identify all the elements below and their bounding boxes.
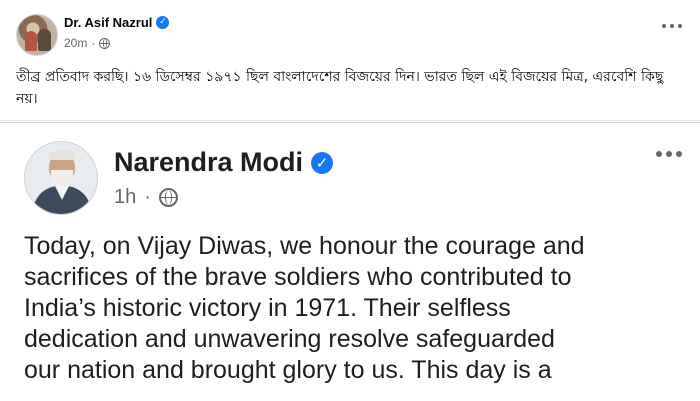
outer-author-name-row: Dr. Asif Nazrul ✓ (64, 15, 170, 30)
shared-post-time[interactable]: 1h (114, 186, 136, 209)
outer-more-options-icon[interactable] (662, 24, 682, 28)
outer-post-time[interactable]: 20m (64, 36, 87, 50)
verified-badge-icon: ✓ (156, 16, 170, 29)
shared-author-name[interactable]: Narendra Modi (114, 147, 303, 178)
outer-post: Dr. Asif Nazrul ✓ 20m · তীব্র প্রতিবাদ ক… (0, 0, 700, 121)
shared-post-meta: 1h · (114, 186, 178, 209)
shared-author-avatar[interactable] (24, 141, 98, 215)
shared-post-screenshot: Narendra Modi ✓ 1h · Today, on Vijay Diw… (0, 122, 700, 401)
meta-separator: · (91, 36, 96, 50)
shared-post-body: Today, on Vijay Diwas, we honour the cou… (24, 231, 684, 386)
shared-post-line: Today, on Vijay Diwas, we honour the cou… (24, 232, 585, 260)
globe-icon[interactable] (99, 37, 111, 49)
meta-separator: · (144, 186, 151, 208)
outer-author-name[interactable]: Dr. Asif Nazrul (64, 15, 152, 30)
shared-more-options-icon[interactable] (656, 151, 682, 157)
shared-post-line: sacrifices of the brave soldiers who con… (24, 263, 572, 291)
outer-author-avatar[interactable] (16, 14, 58, 56)
shared-post-line: dedication and unwavering resolve safegu… (24, 325, 555, 353)
shared-post-line: our nation and brought glory to us. This… (24, 356, 552, 384)
shared-author-name-row: Narendra Modi ✓ (114, 147, 334, 178)
shared-post-line: India’s historic victory in 1971. Their … (24, 294, 511, 322)
outer-post-body: তীব্র প্রতিবাদ করছি। ১৬ ডিসেম্বর ১৯৭১ ছি… (16, 69, 664, 107)
outer-post-meta: 20m · (64, 36, 111, 50)
verified-badge-icon: ✓ (311, 151, 334, 174)
globe-icon[interactable] (158, 188, 178, 207)
